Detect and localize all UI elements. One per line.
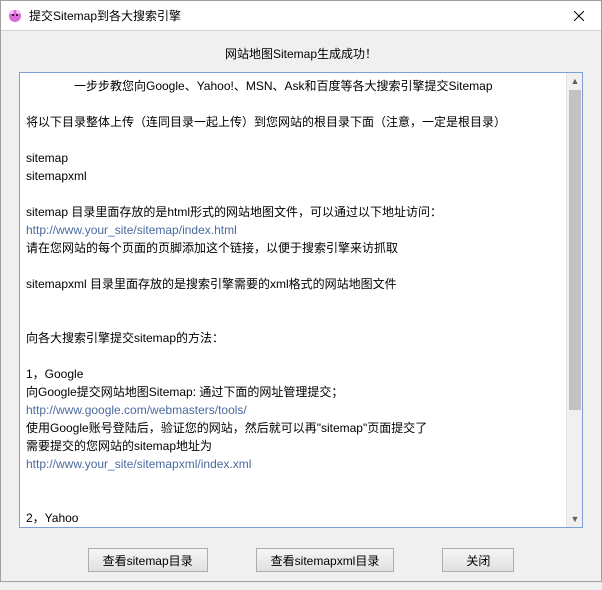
instructions-panel: 一步步教您向Google、Yahoo!、MSN、Ask和百度等各大搜索引擎提交S… — [19, 72, 583, 528]
close-button[interactable] — [556, 1, 601, 30]
google-num: 1，Google — [26, 365, 560, 383]
button-row: 查看sitemap目录 查看sitemapxml目录 关闭 — [1, 528, 601, 590]
view-sitemap-button[interactable]: 查看sitemap目录 — [88, 548, 208, 572]
app-icon — [7, 8, 23, 24]
google-line3: 需要提交的您网站的sitemap地址为 — [26, 437, 560, 455]
vertical-scrollbar[interactable]: ▲ ▼ — [566, 73, 582, 527]
success-message: 网站地图Sitemap生成成功！ — [1, 31, 601, 72]
sitemap-dir-note: sitemap 目录里面存放的是html形式的网站地图文件，可以通过以下地址访问… — [26, 203, 560, 221]
google-line1: 向Google提交网站地图Sitemap: 通过下面的网址管理提交； — [26, 383, 560, 401]
scroll-down-arrow-icon[interactable]: ▼ — [567, 511, 583, 527]
yahoo-num: 2，Yahoo — [26, 509, 560, 527]
dialog-window: 提交Sitemap到各大搜索引擎 网站地图Sitemap生成成功！ 一步步教您向… — [0, 0, 602, 582]
google-sitemap-link[interactable]: http://www.your_site/sitemapxml/index.xm… — [26, 457, 251, 471]
footer-link-note: 请在您网站的每个页面的页脚添加这个链接，以便于搜索引擎来访抓取 — [26, 239, 560, 257]
intro-line: 一步步教您向Google、Yahoo!、MSN、Ask和百度等各大搜索引擎提交S… — [26, 77, 560, 95]
google-line2: 使用Google账号登陆后，验证您的网站，然后就可以再"sitemap"页面提交… — [26, 419, 560, 437]
google-webmasters-link[interactable]: http://www.google.com/webmasters/tools/ — [26, 403, 247, 417]
window-title: 提交Sitemap到各大搜索引擎 — [29, 7, 556, 24]
view-sitemapxml-button[interactable]: 查看sitemapxml目录 — [256, 548, 395, 572]
close-icon — [574, 11, 584, 21]
titlebar: 提交Sitemap到各大搜索引擎 — [1, 1, 601, 31]
scroll-thumb[interactable] — [569, 90, 581, 410]
dir-sitemap: sitemap — [26, 149, 560, 167]
instructions-text: 一步步教您向Google、Yahoo!、MSN、Ask和百度等各大搜索引擎提交S… — [20, 73, 566, 527]
close-dialog-button[interactable]: 关闭 — [442, 548, 514, 572]
upload-note: 将以下目录整体上传（连同目录一起上传）到您网站的根目录下面（注意，一定是根目录） — [26, 113, 560, 131]
submit-heading: 向各大搜索引擎提交sitemap的方法： — [26, 329, 560, 347]
scroll-up-arrow-icon[interactable]: ▲ — [567, 73, 583, 89]
dialog-body: 网站地图Sitemap生成成功！ 一步步教您向Google、Yahoo!、MSN… — [1, 31, 601, 590]
sitemap-index-link[interactable]: http://www.your_site/sitemap/index.html — [26, 223, 237, 237]
sitemapxml-note: sitemapxml 目录里面存放的是搜索引擎需要的xml格式的网站地图文件 — [26, 275, 560, 293]
dir-sitemapxml: sitemapxml — [26, 167, 560, 185]
